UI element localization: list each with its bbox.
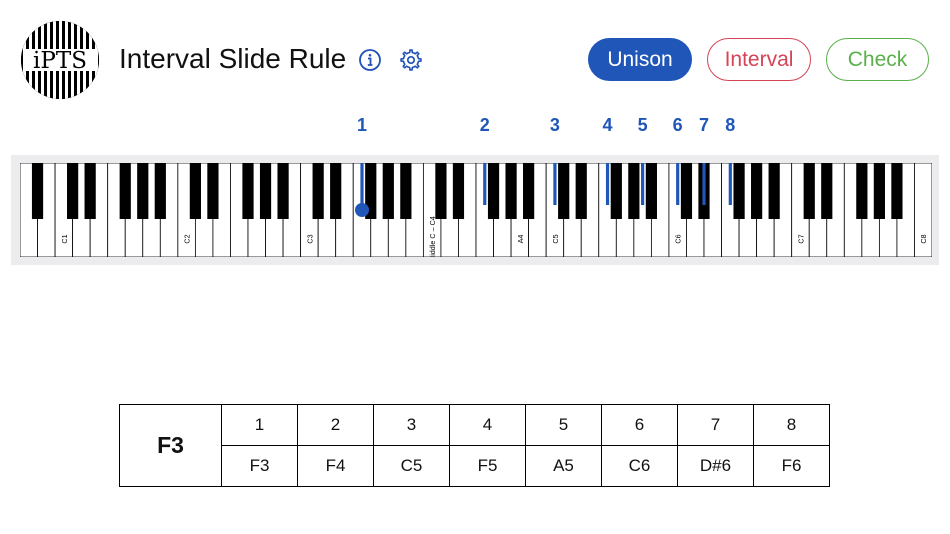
root-note-cell: F3 — [119, 404, 222, 487]
black-key[interactable] — [435, 163, 447, 219]
interval-header: 5 — [525, 404, 602, 446]
piano-keyboard[interactable]: C1 C2 C3 Middle C – C4 A4 C5 C6 C7 C8 — [20, 163, 932, 257]
interval-header: 4 — [449, 404, 526, 446]
black-key[interactable] — [768, 163, 780, 219]
marker-number: 6 — [672, 115, 683, 135]
black-key[interactable] — [558, 163, 570, 219]
black-key[interactable] — [628, 163, 640, 219]
interval-note: A5 — [525, 445, 602, 487]
page-title: Interval Slide Rule — [119, 43, 347, 74]
black-key[interactable] — [733, 163, 745, 219]
gear-icon — [400, 49, 422, 71]
interval-header: 7 — [677, 404, 754, 446]
settings-button[interactable] — [399, 48, 423, 72]
black-key[interactable] — [873, 163, 885, 219]
black-key[interactable] — [856, 163, 868, 219]
black-key[interactable] — [330, 163, 342, 219]
black-key[interactable] — [207, 163, 219, 219]
keyboard-octave-label: C2 — [183, 234, 192, 243]
interval-note: F4 — [297, 445, 374, 487]
keyboard-octave-label: A4 — [516, 235, 525, 244]
black-key[interactable] — [67, 163, 79, 219]
black-key[interactable] — [277, 163, 289, 219]
marker-number: 5 — [637, 115, 648, 135]
marker-number: 1 — [356, 115, 367, 135]
interval-note: C6 — [601, 445, 678, 487]
black-key[interactable] — [259, 163, 272, 219]
piano-logo-icon: iPTS — [21, 21, 99, 99]
interval-note: C5 — [373, 445, 450, 487]
interval-header: 3 — [373, 404, 450, 446]
marker-number: 3 — [549, 115, 560, 135]
info-icon — [359, 49, 381, 71]
black-key[interactable] — [680, 163, 693, 219]
keyboard-octave-label: C5 — [551, 234, 560, 243]
info-button[interactable] — [358, 48, 382, 72]
unison-button[interactable]: Unison — [588, 38, 692, 81]
interval-header: 1 — [221, 404, 298, 446]
app-logo: iPTS — [21, 21, 99, 99]
black-key[interactable] — [137, 163, 149, 219]
black-key[interactable] — [382, 163, 394, 219]
interval-note: D#6 — [677, 445, 754, 487]
black-key[interactable] — [575, 163, 587, 219]
interval-note: F5 — [449, 445, 526, 487]
black-key[interactable] — [610, 163, 622, 219]
black-key[interactable] — [505, 163, 517, 219]
keyboard-octave-label: Middle C – C4 — [428, 216, 437, 257]
interval-note: F3 — [221, 445, 298, 487]
interval-header: 8 — [753, 404, 830, 446]
black-key[interactable] — [154, 163, 166, 219]
keyboard-octave-label: C8 — [919, 234, 928, 243]
logo-text: iPTS — [33, 48, 87, 74]
black-key[interactable] — [84, 163, 96, 219]
root-marker-handle[interactable] — [355, 203, 369, 217]
results-table: F3 1 2 3 4 5 6 7 8 F3 F4 C5 F5 A5 C6 D#6… — [119, 404, 830, 487]
marker-number: 2 — [479, 115, 490, 135]
keyboard-octave-label: C6 — [674, 234, 683, 243]
black-key[interactable] — [242, 163, 254, 219]
keyboard-octave-label: C3 — [305, 234, 314, 243]
black-key[interactable] — [452, 163, 465, 219]
black-key[interactable] — [891, 163, 903, 219]
black-key[interactable] — [31, 163, 44, 219]
interval-header: 2 — [297, 404, 374, 446]
interval-header: 6 — [601, 404, 678, 446]
keyboard-octave-label: C1 — [60, 234, 69, 243]
black-key[interactable] — [400, 163, 412, 219]
black-key[interactable] — [821, 163, 833, 219]
marker-number: 7 — [698, 115, 709, 135]
marker-number: 8 — [725, 115, 736, 135]
check-button[interactable]: Check — [826, 38, 929, 81]
interval-button[interactable]: Interval — [707, 38, 811, 81]
keyboard-octave-label: C7 — [796, 234, 805, 243]
black-key[interactable] — [312, 163, 324, 219]
black-key[interactable] — [189, 163, 201, 219]
interval-note: F6 — [753, 445, 830, 487]
black-key[interactable] — [803, 163, 815, 219]
marker-number: 4 — [602, 115, 613, 135]
black-key[interactable] — [523, 163, 535, 219]
black-key[interactable] — [119, 163, 131, 219]
black-key[interactable] — [751, 163, 763, 219]
black-key[interactable] — [645, 163, 657, 219]
black-key[interactable] — [487, 163, 500, 219]
